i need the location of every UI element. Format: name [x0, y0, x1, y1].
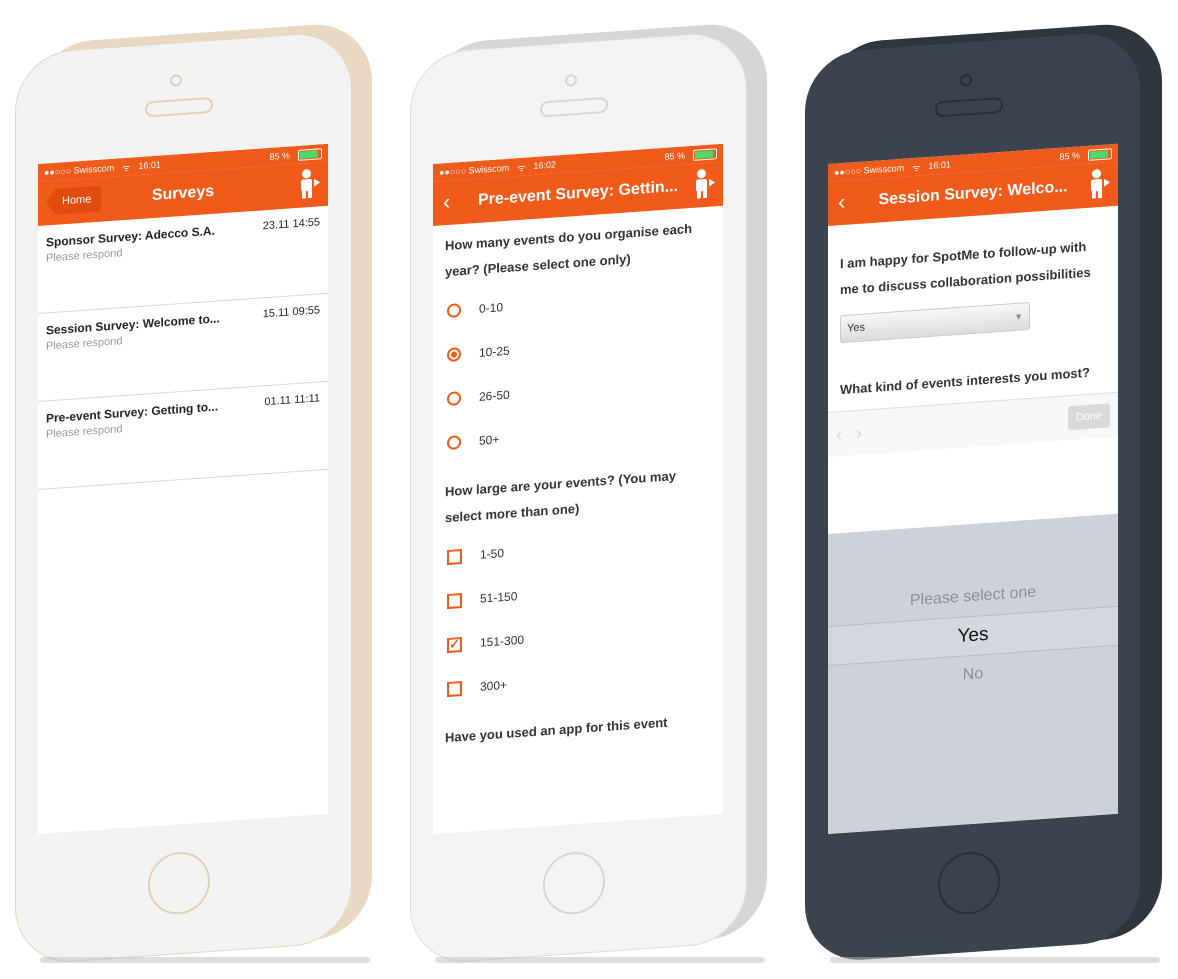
- page-title: Session Survey: Welco...: [878, 178, 1068, 209]
- clock: 16:02: [533, 159, 556, 172]
- battery-icon: [298, 147, 322, 161]
- back-chevron-icon[interactable]: ‹: [838, 189, 845, 215]
- option-label: 0-10: [479, 300, 504, 316]
- list-item[interactable]: Pre-event Survey: Getting to... 01.11 11…: [38, 381, 328, 491]
- option-label: 50+: [479, 432, 500, 448]
- carrier: ●●○○○ Swisscom: [439, 162, 510, 178]
- battery-level: 85 %: [1059, 150, 1080, 162]
- checkbox-checked[interactable]: ✓: [447, 636, 462, 653]
- checkbox[interactable]: [447, 592, 462, 609]
- battery-level: 85 %: [269, 150, 290, 162]
- picker-wheel[interactable]: Please select one Yes No: [828, 513, 1118, 835]
- checkbox[interactable]: [447, 548, 462, 565]
- wifi-icon: ᯤ: [912, 162, 921, 173]
- battery-icon: [693, 147, 717, 161]
- screen: ●●○○○ Swisscom ᯤ 16:02 85 % ‹ Pre-event …: [433, 143, 723, 835]
- radio-button[interactable]: [447, 435, 461, 451]
- person-exit-icon[interactable]: [693, 168, 715, 200]
- previous-arrow-icon[interactable]: ‹: [836, 424, 842, 445]
- home-back-button[interactable]: Home: [46, 186, 101, 216]
- clock: 16:01: [138, 159, 161, 172]
- option-label: 51-150: [480, 589, 518, 606]
- select-value: Yes: [847, 321, 865, 335]
- done-button[interactable]: Done: [1067, 403, 1110, 431]
- battery-icon: [1088, 147, 1112, 161]
- wifi-icon: ᯤ: [122, 162, 131, 173]
- battery-level: 85 %: [664, 150, 685, 162]
- option-label: 300+: [480, 677, 508, 694]
- option-label: 26-50: [479, 387, 510, 404]
- wifi-icon: ᯤ: [517, 162, 526, 173]
- back-chevron-icon[interactable]: ‹: [443, 189, 450, 215]
- carrier: ●●○○○ Swisscom: [834, 162, 905, 178]
- option-label: 10-25: [479, 343, 510, 360]
- phone-surveys: ●●○○○ Swisscom ᯤ 16:01 85 % Home Surveys…: [10, 0, 380, 966]
- next-arrow-icon[interactable]: ›: [856, 422, 862, 443]
- radio-button-selected[interactable]: [447, 347, 461, 363]
- page-title: Pre-event Survey: Gettin...: [477, 177, 679, 209]
- carrier: ●●○○○ Swisscom: [44, 162, 115, 178]
- person-exit-icon[interactable]: [1088, 168, 1110, 200]
- phone-pre-event-survey: ●●○○○ Swisscom ᯤ 16:02 85 % ‹ Pre-event …: [405, 0, 775, 966]
- phone-shadow: [40, 957, 370, 963]
- phone-shadow: [435, 957, 765, 963]
- answer-select[interactable]: Yes ▼: [840, 301, 1030, 344]
- screen: ●●○○○ Swisscom ᯤ 16:01 85 % Home Surveys…: [38, 143, 328, 835]
- radio-button[interactable]: [447, 303, 461, 319]
- option-label: 1-50: [480, 546, 505, 562]
- phone-session-survey: ●●○○○ Swisscom ᯤ 16:01 85 % ‹ Session Su…: [800, 0, 1170, 964]
- option-label: 151-300: [480, 632, 525, 650]
- chevron-down-icon: ▼: [1014, 311, 1023, 323]
- radio-button[interactable]: [447, 391, 461, 407]
- screen: ●●○○○ Swisscom ᯤ 16:01 85 % ‹ Session Su…: [828, 143, 1118, 835]
- checkbox[interactable]: [447, 680, 462, 697]
- person-exit-icon[interactable]: [298, 168, 320, 200]
- clock: 16:01: [928, 159, 951, 172]
- phone-shadow: [830, 957, 1160, 963]
